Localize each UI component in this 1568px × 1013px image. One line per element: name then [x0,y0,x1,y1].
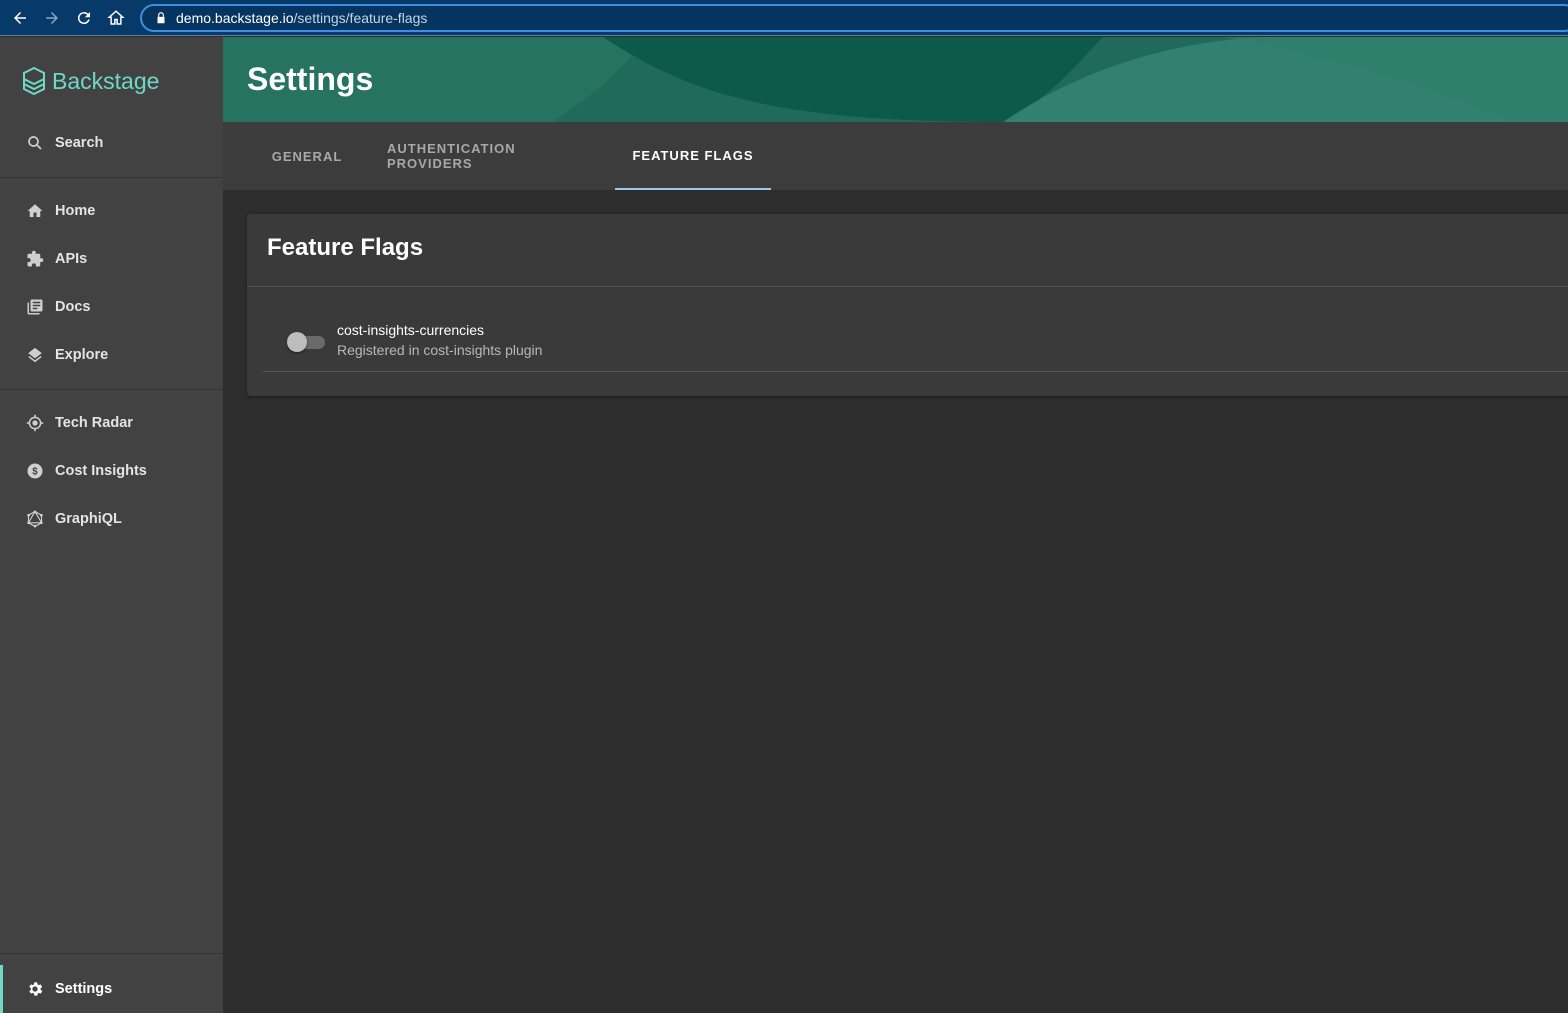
flag-name: cost-insights-currencies [337,322,485,338]
sidebar-search[interactable]: Search [0,119,223,167]
tab-bar: GENERAL AUTHENTICATION PROVIDERS FEATURE… [223,122,1568,190]
list-item[interactable]: cost-insights-currencies Registered in c… [263,300,1568,372]
sidebar-divider [0,177,223,178]
page-header: Settings [223,37,1568,122]
forward-button[interactable] [36,0,68,36]
layers-icon [28,347,42,363]
feature-flag-toggle[interactable] [287,330,325,352]
arrow-right-icon [46,11,58,24]
gear-icon [29,982,43,996]
sidebar: Backstage Search Home APIs Docs Explore … [0,37,223,1013]
sidebar-item-label: GraphiQL [55,511,122,527]
sidebar-item-label: Home [55,203,96,219]
reload-button[interactable] [68,0,100,36]
reload-icon [77,11,90,24]
sidebar-settings-label: Settings [55,981,113,997]
sidebar-item-explore[interactable]: Explore [0,331,223,379]
sidebar-divider [0,953,223,954]
home-icon [27,204,43,217]
address-bar[interactable]: demo.backstage.io/settings/feature-flags [140,4,1568,32]
home-outline-icon [107,9,125,25]
flag-description: Registered in cost-insights plugin [337,342,543,358]
radar-icon [26,414,44,432]
sidebar-item-label: Tech Radar [55,415,133,431]
search-icon [28,136,42,150]
feature-flags-card: Feature Flags cost-insights-currencies R… [247,214,1568,396]
sidebar-item-label: Docs [55,299,91,315]
url-host: demo.backstage.io [176,10,294,26]
back-button[interactable] [4,0,36,36]
sidebar-search-label: Search [55,135,104,151]
sidebar-item-settings[interactable]: Settings [0,965,223,1013]
sidebar-item-label: APIs [55,251,88,267]
puzzle-icon [27,250,44,267]
backstage-logo[interactable]: Backstage [22,67,159,95]
sidebar-item-apis[interactable]: APIs [0,235,223,283]
header-wave-background [223,37,1568,122]
url-path: /settings/feature-flags [293,10,428,26]
toggle-thumb [287,332,307,352]
card-divider [247,286,1568,287]
backstage-logo-icon [23,67,45,95]
money-icon: $ [27,463,43,479]
sidebar-item-label: Cost Insights [55,463,147,479]
sidebar-item-label: Explore [55,347,109,363]
sidebar-item-home[interactable]: Home [0,187,223,235]
sidebar-divider [0,389,223,390]
browser-toolbar: demo.backstage.io/settings/feature-flags [0,0,1568,36]
home-page-button[interactable] [100,0,132,36]
arrow-left-icon [14,11,26,24]
sidebar-item-cost-insights[interactable]: $ Cost Insights [0,447,223,495]
logo-text: Backstage [52,67,160,94]
sidebar-item-tech-radar[interactable]: Tech Radar [0,399,223,447]
sidebar-item-docs[interactable]: Docs [0,283,223,331]
svg-text:$: $ [32,466,38,477]
page-title: Settings [247,61,374,97]
card-title: Feature Flags [267,234,424,261]
library-books-icon [27,299,43,315]
sidebar-item-graphiql[interactable]: GraphiQL [0,495,223,543]
lock-icon [157,12,165,24]
tab-authentication-providers[interactable]: AUTHENTICATION PROVIDERS [387,122,593,190]
tab-feature-flags[interactable]: FEATURE FLAGS [615,122,771,190]
graphql-icon [27,510,43,528]
tab-general[interactable]: GENERAL [251,122,363,190]
